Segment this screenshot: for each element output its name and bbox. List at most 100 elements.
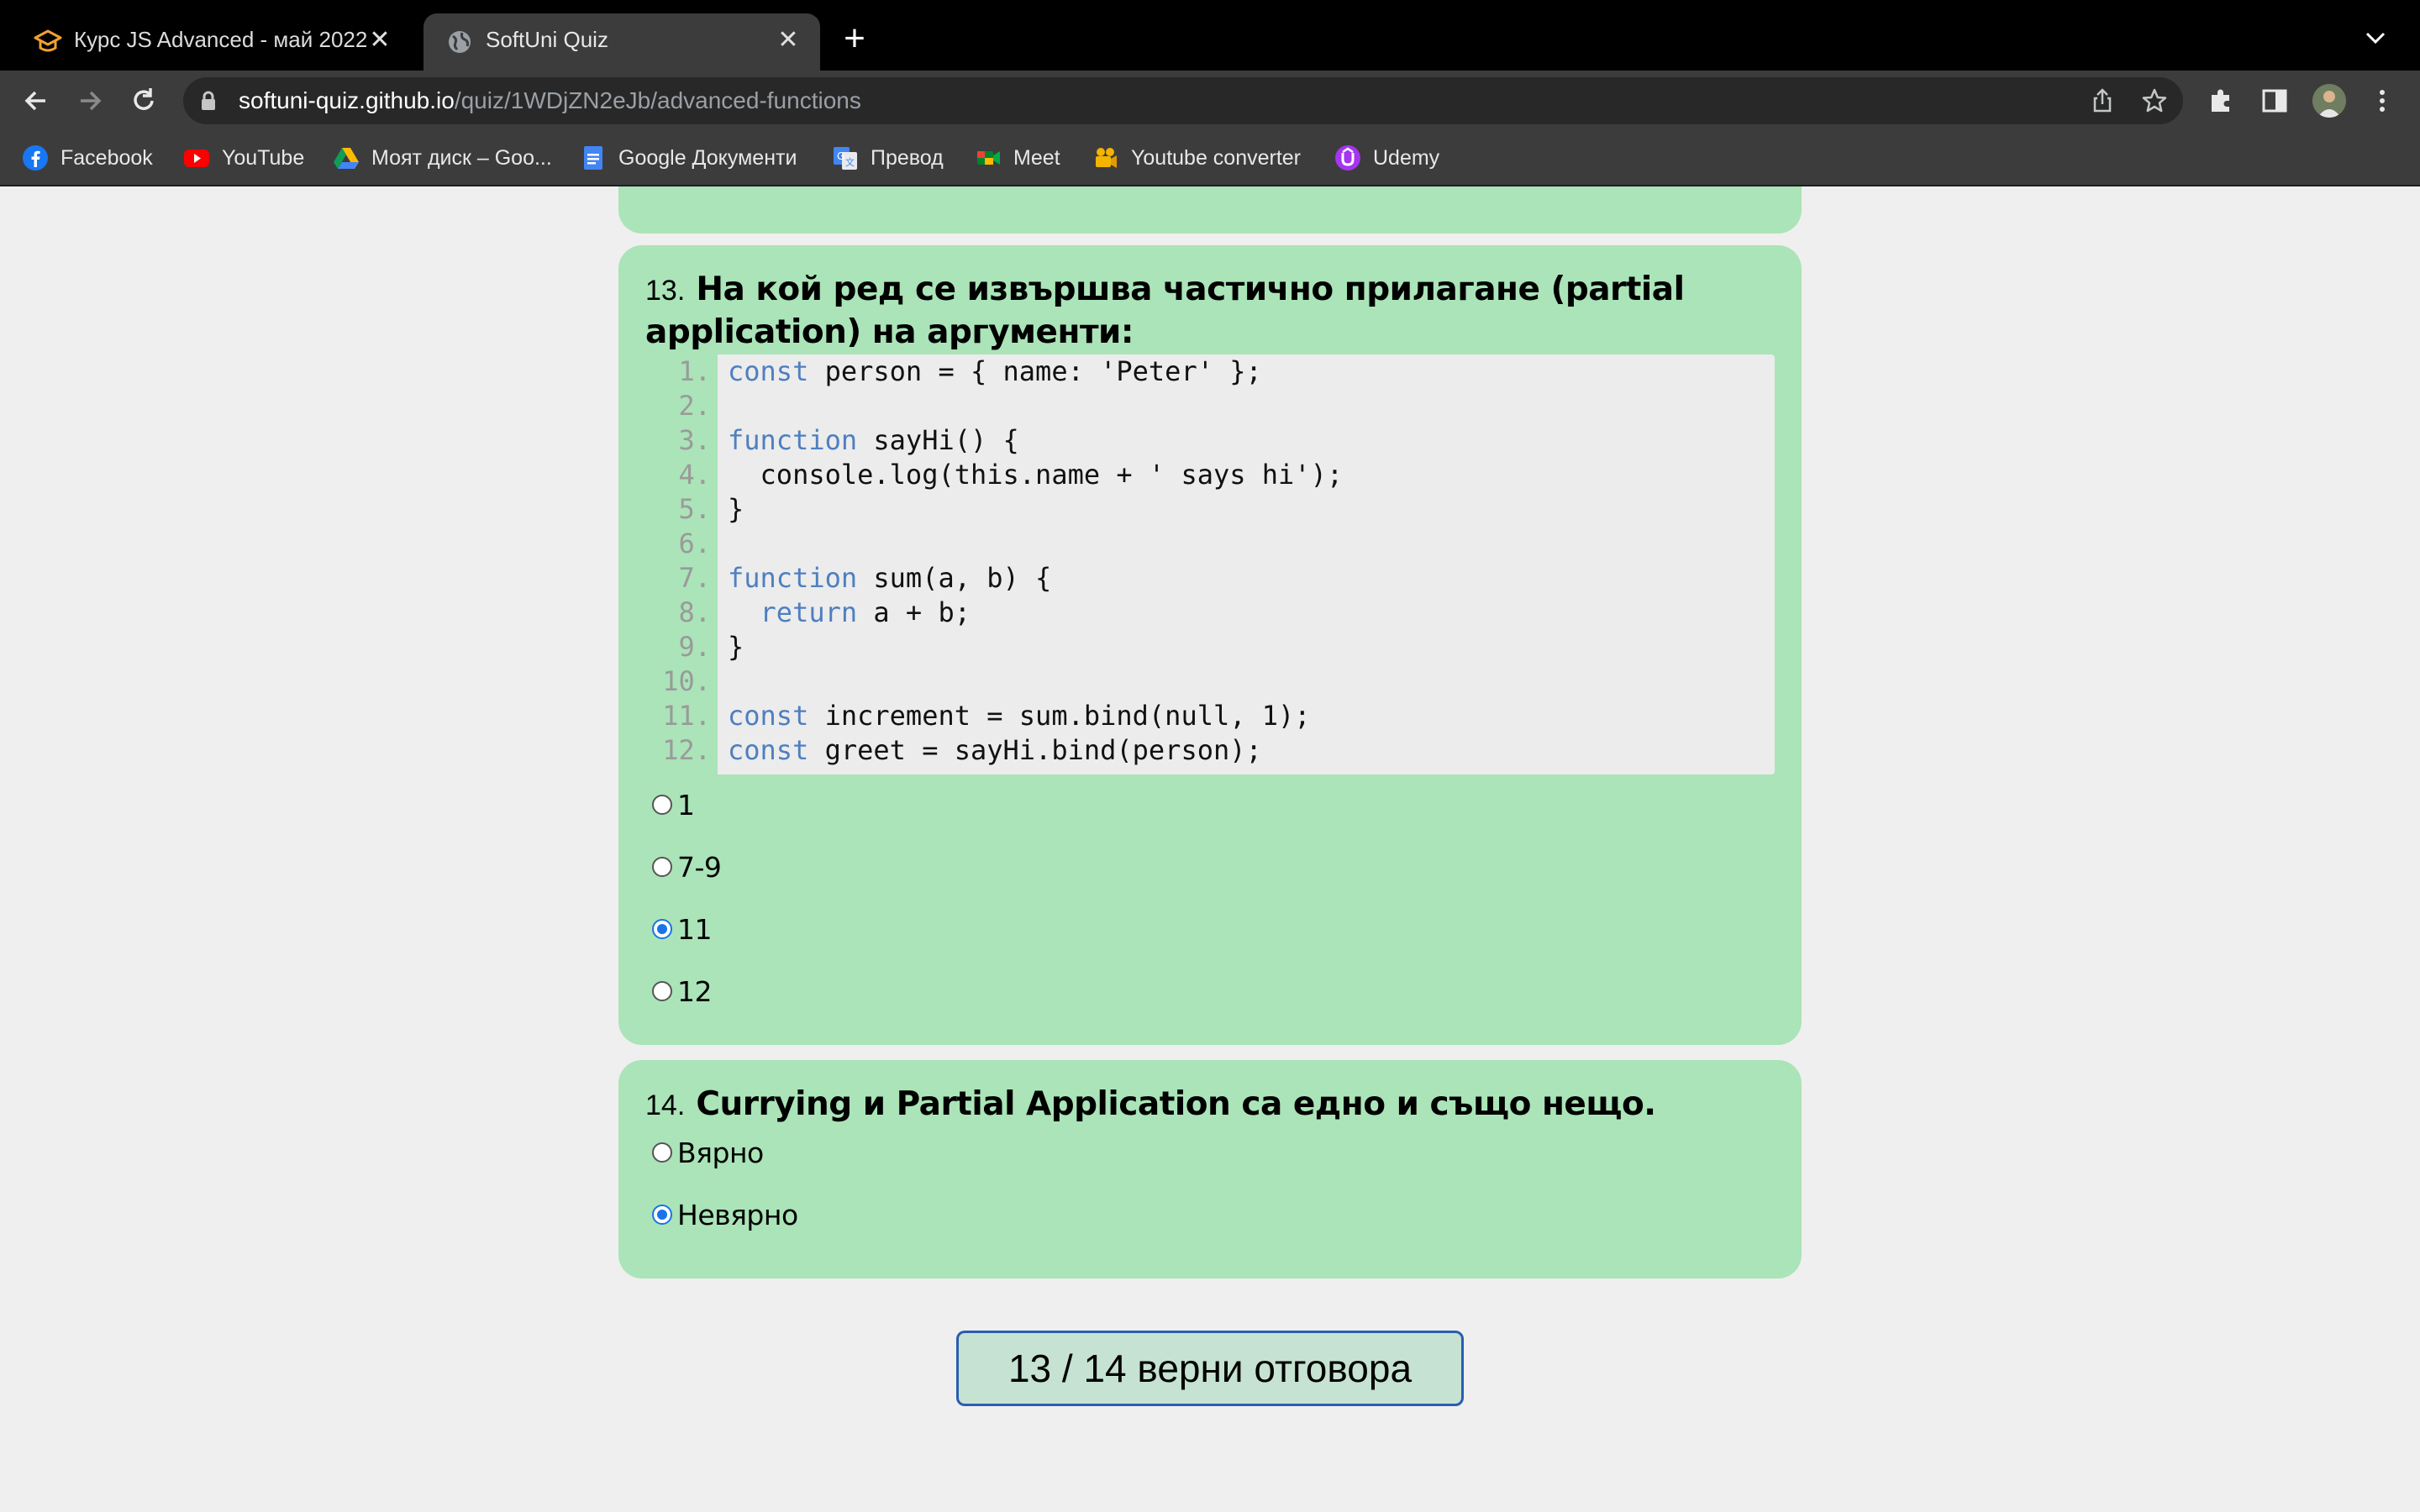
code-keyword: function: [728, 562, 858, 594]
line-number: 7.: [678, 562, 711, 594]
option-label[interactable]: Невярно: [677, 1199, 798, 1231]
line-number: 12.: [662, 734, 711, 766]
radio-button-checked[interactable]: [652, 919, 672, 939]
close-tab-icon[interactable]: ✕: [365, 25, 395, 55]
question-text: Currying и Partial Application са едно и…: [696, 1085, 1656, 1123]
code-rest: person = { name: 'Peter' };: [808, 355, 1262, 387]
bookmark-translate[interactable]: G文 Превод: [832, 141, 944, 175]
option-11[interactable]: 11: [652, 911, 713, 948]
option-7-9[interactable]: 7-9: [652, 848, 722, 885]
tab-strip: Курс JS Advanced - май 2022 ✕ SoftUni Qu…: [0, 0, 2420, 71]
code-line: 2.: [645, 389, 1775, 423]
reload-icon[interactable]: [128, 85, 160, 117]
bookmark-label: Youtube converter: [1131, 145, 1302, 170]
url-text[interactable]: softuni-quiz.github.io/quiz/1WDjZN2eJb/a…: [239, 87, 861, 114]
code-text: function sayHi() {: [728, 423, 1019, 458]
facebook-icon: [23, 145, 48, 171]
option-12[interactable]: 12: [652, 973, 713, 1010]
bookmark-youtube[interactable]: YouTube: [183, 141, 304, 175]
chevron-down-icon[interactable]: [2363, 25, 2388, 50]
back-icon[interactable]: [20, 85, 52, 117]
tab-softuni-quiz[interactable]: SoftUni Quiz ✕: [424, 13, 820, 71]
bookmark-label: Udemy: [1373, 145, 1440, 170]
lock-icon[interactable]: [200, 91, 217, 111]
code-line: 10.: [645, 664, 1775, 699]
question-number: 14.: [645, 1089, 686, 1121]
address-bar[interactable]: softuni-quiz.github.io/quiz/1WDjZN2eJb/a…: [183, 77, 2183, 124]
side-panel-icon[interactable]: [2259, 85, 2291, 117]
bookmark-udemy[interactable]: Udemy: [1334, 141, 1439, 175]
bookmark-facebook[interactable]: Facebook: [22, 141, 153, 175]
line-number: 4.: [678, 459, 711, 491]
code-line: 4. console.log(this.name + ' says hi');: [645, 458, 1775, 492]
browser-toolbar: softuni-quiz.github.io/quiz/1WDjZN2eJb/a…: [0, 71, 2420, 129]
forward-icon[interactable]: [74, 85, 106, 117]
question-card-13: 13. На кой ред се извършва частично прил…: [618, 245, 1802, 1045]
code-line: 5.}: [645, 492, 1775, 527]
extensions-puzzle-icon[interactable]: [2205, 85, 2237, 117]
new-tab-button[interactable]: +: [837, 20, 872, 57]
code-line: 12. const greet = sayHi.bind(person);: [645, 733, 1775, 768]
url-path: /quiz/1WDjZN2eJb/advanced-functions: [454, 87, 861, 113]
option-true[interactable]: Вярно: [652, 1134, 764, 1171]
bookmark-youtube-converter[interactable]: Youtube converter: [1092, 141, 1301, 175]
tab-js-advanced[interactable]: Курс JS Advanced - май 2022 ✕: [12, 13, 412, 71]
more-menu-icon[interactable]: [2366, 85, 2398, 117]
profile-avatar[interactable]: [2312, 84, 2346, 118]
svg-text:文: 文: [845, 156, 855, 168]
code-line: 9.}: [645, 630, 1775, 664]
globe-icon: [449, 31, 471, 53]
line-number: 6.: [678, 528, 711, 559]
radio-button[interactable]: [652, 795, 672, 815]
line-number: 9.: [678, 631, 711, 663]
code-line: 7. function sum(a, b) {: [645, 561, 1775, 596]
line-number: 10.: [662, 665, 711, 697]
code-text: console.log(this.name + ' says hi');: [728, 458, 1344, 492]
code-keyword: const: [728, 734, 809, 766]
quiz-page: 13. На кой ред се извършва частично прил…: [0, 186, 2420, 1512]
bookmark-label: Meet: [1013, 145, 1060, 170]
radio-button[interactable]: [652, 981, 672, 1001]
code-text: }: [728, 492, 744, 527]
bookmark-label: Google Документи: [618, 145, 797, 170]
option-false[interactable]: Невярно: [652, 1196, 798, 1233]
code-line: 11. const increment = sum.bind(null, 1);: [645, 699, 1775, 733]
google-meet-icon: [977, 151, 1000, 165]
radio-button[interactable]: [652, 1142, 672, 1163]
option-label[interactable]: Вярно: [677, 1137, 764, 1169]
code-keyword: return: [728, 596, 858, 628]
close-tab-icon[interactable]: ✕: [773, 25, 803, 55]
star-icon[interactable]: [2141, 87, 2168, 114]
question-card-14: 14. Currying и Partial Application са ед…: [618, 1060, 1802, 1278]
bookmark-label: Facebook: [60, 145, 153, 170]
graduation-cap-icon: [34, 29, 62, 52]
tab-title: Курс JS Advanced - май 2022: [74, 27, 368, 52]
bookmark-meet[interactable]: Meet: [975, 141, 1060, 175]
code-text: }: [728, 630, 744, 664]
line-number: 8.: [678, 596, 711, 628]
bookmarks-bar: Facebook YouTube Моят диск – Goo... Goog…: [0, 129, 2420, 186]
line-number: 5.: [678, 493, 711, 525]
radio-button[interactable]: [652, 857, 672, 877]
code-rest: }: [728, 493, 744, 525]
code-rest: console.log(this.name + ' says hi');: [728, 459, 1344, 491]
line-number: 1.: [678, 355, 711, 387]
code-rest: increment = sum.bind(null, 1);: [808, 700, 1311, 732]
line-number: 3.: [678, 424, 711, 456]
bookmark-label: YouTube: [222, 145, 305, 170]
code-keyword: const: [728, 700, 809, 732]
code-rest: sum(a, b) {: [857, 562, 1052, 594]
code-rest: a + b;: [857, 596, 971, 628]
option-label[interactable]: 12: [677, 975, 713, 1008]
option-label[interactable]: 1: [677, 789, 695, 822]
option-label[interactable]: 11: [677, 913, 713, 946]
code-line: 6.: [645, 527, 1775, 561]
option-label[interactable]: 7-9: [677, 851, 722, 884]
bookmark-google-drive[interactable]: Моят диск – Goo...: [333, 141, 552, 175]
share-icon[interactable]: [2089, 87, 2116, 114]
code-text: const greet = sayHi.bind(person);: [728, 733, 1262, 768]
option-1[interactable]: 1: [652, 786, 695, 823]
radio-button-checked[interactable]: [652, 1205, 672, 1225]
code-rest: }: [728, 631, 744, 663]
bookmark-google-docs[interactable]: Google Документи: [580, 141, 797, 175]
